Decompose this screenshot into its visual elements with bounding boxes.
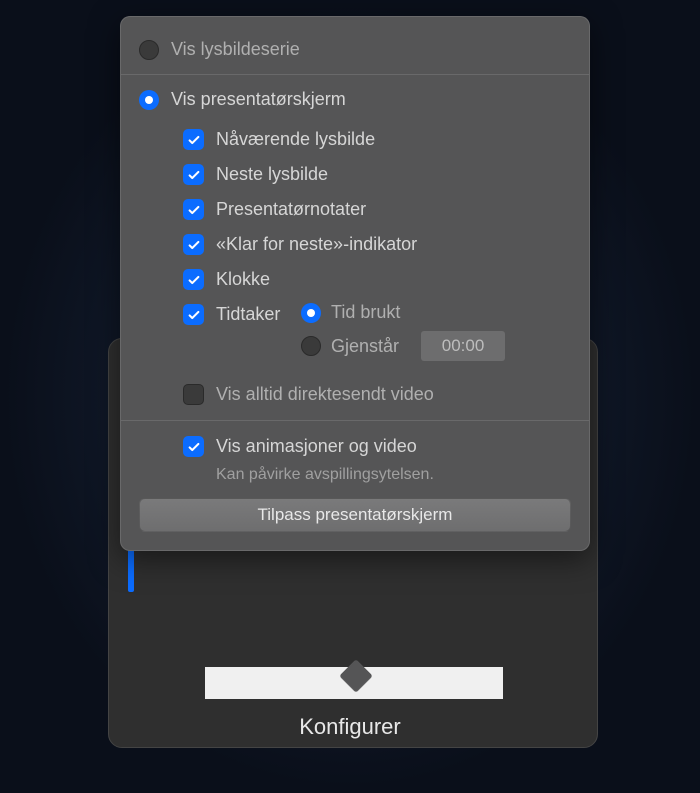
checkbox-on-icon [183,269,204,290]
checkbox-on-icon [183,304,204,325]
checkbox-on-icon [183,436,204,457]
configure-label: Konfigurer [0,714,700,740]
check-current-label: Nåværende lysbilde [216,129,375,150]
radio-presenter-label: Vis presentatørskjerm [171,89,346,110]
radio-time-remaining[interactable]: Gjenstår [301,327,571,365]
radio-off-icon [301,336,321,356]
check-next-label: Neste lysbilde [216,164,328,185]
customize-presenter-button[interactable]: Tilpass presentatørskjerm [139,498,571,532]
timer-elapsed-label: Tid brukt [331,302,400,323]
check-animations-video[interactable]: Vis animasjoner og video [183,429,571,464]
checkbox-on-icon [183,234,204,255]
performance-hint: Kan påvirke avspillingsytelsen. [216,466,571,484]
divider [121,420,589,421]
radio-show-slideshow[interactable]: Vis lysbildeserie [139,33,571,66]
check-current-slide[interactable]: Nåværende lysbilde [183,122,571,157]
check-notes-label: Presentatørnotater [216,199,366,220]
radio-show-presenter[interactable]: Vis presentatørskjerm [139,83,571,116]
radio-off-icon [139,40,159,60]
checkbox-on-icon [183,129,204,150]
check-next-slide[interactable]: Neste lysbilde [183,157,571,192]
check-live-label: Vis alltid direktesendt video [216,384,434,405]
radio-slideshow-label: Vis lysbildeserie [171,39,300,60]
check-anim-label: Vis animasjoner og video [216,436,417,457]
check-clock[interactable]: Klokke [183,262,571,297]
timer-value-input[interactable] [421,331,505,361]
radio-time-elapsed[interactable]: Tid brukt [301,298,571,327]
presenter-options-popover: Vis lysbildeserie Vis presentatørskjerm … [120,16,590,551]
checkbox-off-icon [183,384,204,405]
check-ready-label: «Klar for neste»-indikator [216,234,417,255]
check-timer-label: Tidtaker [216,304,280,325]
checkbox-on-icon [183,164,204,185]
timer-remaining-label: Gjenstår [331,336,399,357]
check-ready-indicator[interactable]: «Klar for neste»-indikator [183,227,571,262]
radio-on-icon [139,90,159,110]
checkbox-on-icon [183,199,204,220]
divider [121,74,589,75]
radio-on-icon [301,303,321,323]
check-presenter-notes[interactable]: Presentatørnotater [183,192,571,227]
check-clock-label: Klokke [216,269,270,290]
customize-button-label: Tilpass presentatørskjerm [258,505,453,525]
check-live-video[interactable]: Vis alltid direktesendt video [183,377,571,412]
